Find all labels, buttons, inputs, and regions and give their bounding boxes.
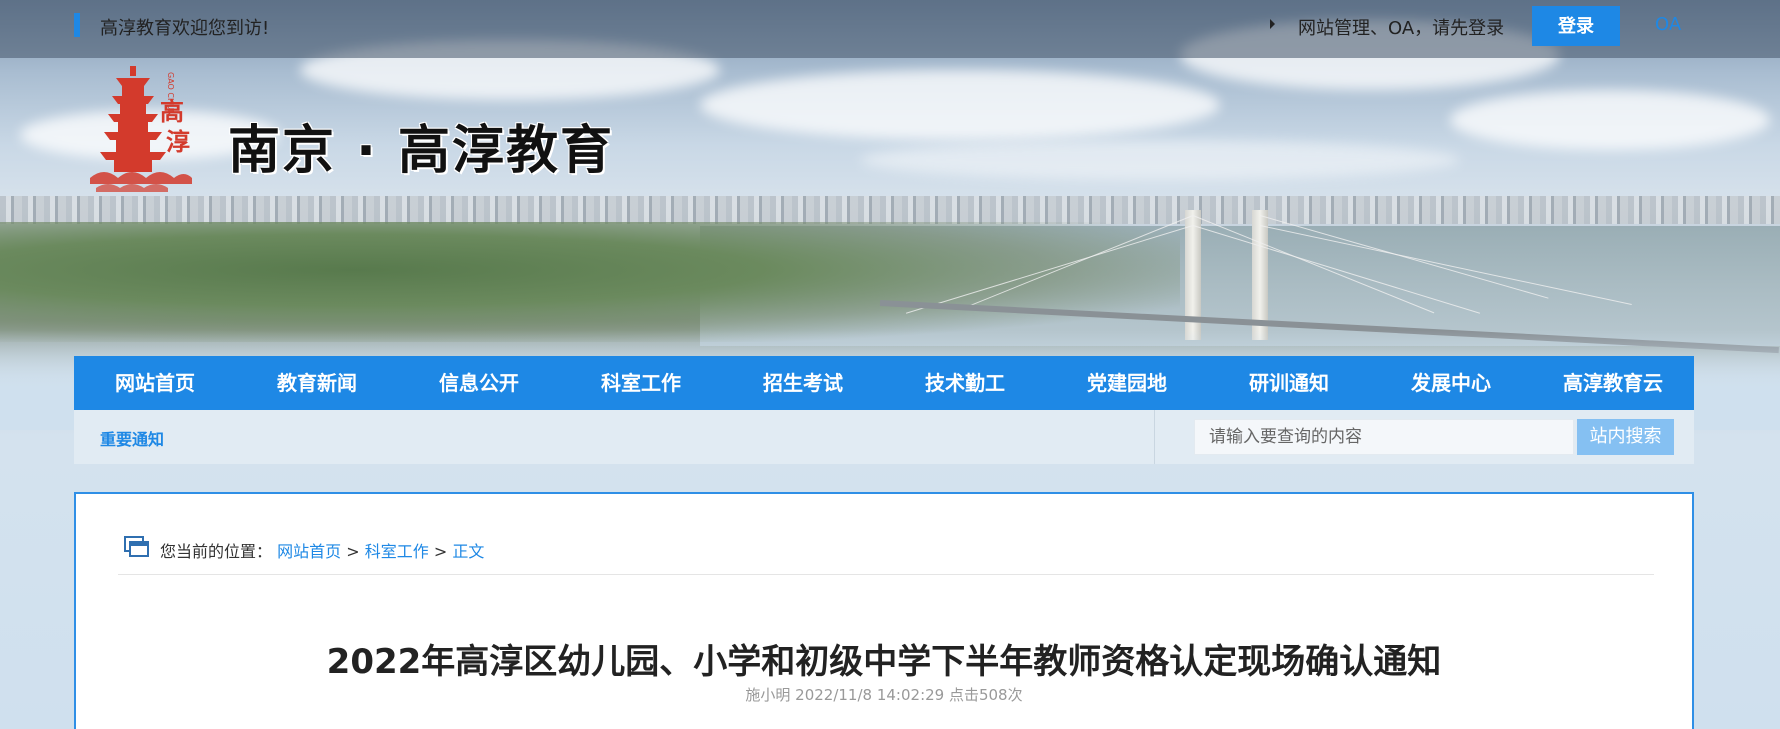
triangle-icon xyxy=(1270,19,1275,29)
article-meta: 施小明 2022/11/8 14:02:29 点击508次 xyxy=(745,686,1023,704)
management-login-hint[interactable]: 网站管理、OA，请先登录 xyxy=(1298,14,1504,40)
gaochun-pagoda-logo[interactable]: GAO CHUN 高 淳 xyxy=(86,60,192,196)
welcome-text: 高淳教育欢迎您到访! xyxy=(100,18,270,39)
site-search-button[interactable]: 站内搜索 xyxy=(1577,419,1674,455)
article-title: 2022年高淳区幼儿园、小学和初级中学下半年教师资格认定现场确认通知 xyxy=(326,642,1442,682)
breadcrumb-department-work[interactable]: 科室工作 xyxy=(365,542,429,561)
breadcrumb-prefix: 您当前的位置： xyxy=(160,542,273,561)
login-button[interactable]: 登录 xyxy=(1532,6,1620,46)
nav-item-enrollment-exams[interactable]: 招生考试 xyxy=(722,356,884,410)
main-navigation: 网站首页 教育新闻 信息公开 科室工作 招生考试 技术勤工 党建园地 研训通知 … xyxy=(74,356,1694,410)
breadcrumb-separator: > xyxy=(433,542,448,561)
oa-link[interactable]: OA xyxy=(1655,14,1681,35)
notice-search-bar: 重要通知 请输入要查询的内容 站内搜索 xyxy=(74,410,1694,464)
svg-text:淳: 淳 xyxy=(166,127,190,156)
breadcrumb-current: 正文 xyxy=(452,542,485,561)
nav-item-home[interactable]: 网站首页 xyxy=(74,356,236,410)
nav-item-training-notice[interactable]: 研训通知 xyxy=(1208,356,1370,410)
subbar-divider xyxy=(1154,410,1155,464)
nav-item-education-cloud[interactable]: 高淳教育云 xyxy=(1532,356,1694,410)
breadcrumb-home[interactable]: 网站首页 xyxy=(277,542,341,561)
top-bar-accent xyxy=(74,13,80,37)
nav-item-development-center[interactable]: 发展中心 xyxy=(1370,356,1532,410)
article-card: 您当前的位置： 网站首页 > 科室工作 > 正文 2022年高淳区幼儿园、小学和… xyxy=(74,492,1694,729)
breadcrumb: 您当前的位置： 网站首页 > 科室工作 > 正文 xyxy=(160,538,484,562)
nav-item-education-news[interactable]: 教育新闻 xyxy=(236,356,398,410)
nav-item-department-work[interactable]: 科室工作 xyxy=(560,356,722,410)
breadcrumb-separator: > xyxy=(346,542,360,561)
breadcrumb-divider xyxy=(118,574,1654,575)
site-search-input[interactable]: 请输入要查询的内容 xyxy=(1194,419,1574,455)
nav-item-info-disclosure[interactable]: 信息公开 xyxy=(398,356,560,410)
top-bar: 高淳教育欢迎您到访! 网站管理、OA，请先登录 登录 OA xyxy=(0,0,1780,58)
important-notice-link[interactable]: 重要通知 xyxy=(100,426,164,450)
svg-text:高: 高 xyxy=(160,97,184,126)
nav-item-tech-work[interactable]: 技术勤工 xyxy=(884,356,1046,410)
site-title: 南京 · 高淳教育 xyxy=(228,121,614,181)
nav-item-party-building[interactable]: 党建园地 xyxy=(1046,356,1208,410)
location-windows-icon xyxy=(124,536,150,558)
